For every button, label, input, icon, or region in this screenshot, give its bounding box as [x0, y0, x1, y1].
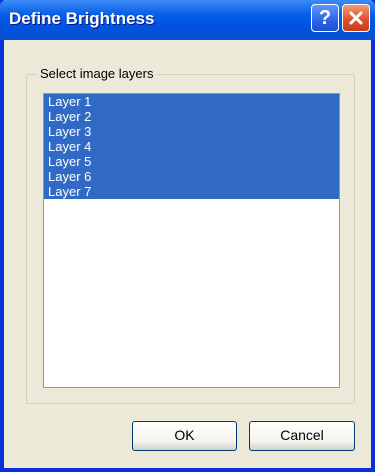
- help-icon: ?: [318, 6, 332, 29]
- list-item-layer-5[interactable]: Layer 5: [44, 154, 339, 169]
- list-item-layer-3[interactable]: Layer 3: [44, 124, 339, 139]
- list-item-layer-7[interactable]: Layer 7: [44, 184, 339, 199]
- layer-listbox[interactable]: Layer 1 Layer 2 Layer 3 Layer 4 Layer 5 …: [43, 93, 340, 388]
- ok-button[interactable]: OK: [132, 421, 237, 451]
- title-bar[interactable]: Define Brightness ?: [0, 0, 375, 40]
- dialog-window: Define Brightness ? Select image layers …: [0, 0, 375, 472]
- close-button[interactable]: [342, 4, 370, 32]
- layer-groupbox: Select image layers Layer 1 Layer 2 Laye…: [26, 66, 355, 404]
- list-item-layer-6[interactable]: Layer 6: [44, 169, 339, 184]
- list-item-layer-2[interactable]: Layer 2: [44, 109, 339, 124]
- group-label: Select image layers: [37, 66, 157, 82]
- cancel-button[interactable]: Cancel: [249, 421, 355, 451]
- close-icon: [349, 11, 363, 25]
- list-item-layer-1[interactable]: Layer 1: [44, 94, 339, 109]
- dialog-title: Define Brightness: [9, 9, 155, 28]
- help-button[interactable]: ?: [311, 4, 339, 32]
- list-item-layer-4[interactable]: Layer 4: [44, 139, 339, 154]
